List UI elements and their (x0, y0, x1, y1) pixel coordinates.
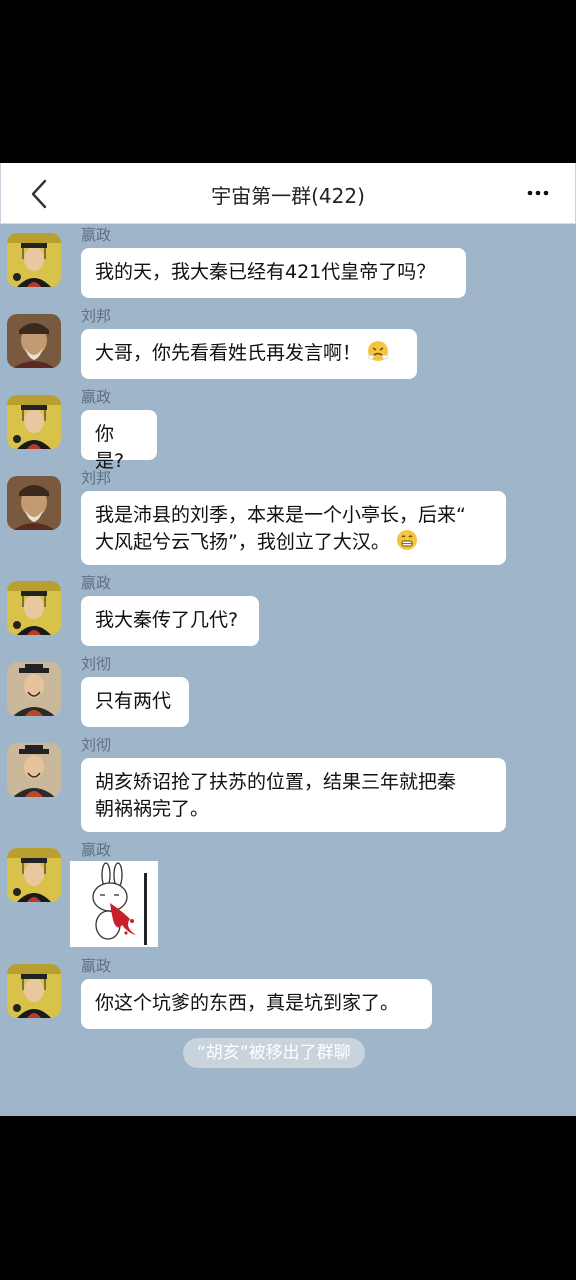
chat-area[interactable]: 嬴政 我的天，我大秦已经有421代皇帝了吗？ 刘邦 大哥，你先看看姓氏再发言啊！ (0, 224, 576, 1116)
sender-name: 刘彻 (81, 736, 112, 754)
message-text-line: 大风起兮云飞扬”，我创立了大汉。 (95, 529, 492, 556)
message-text-line: 我是沛县的刘季，本来是一个小亭长，后来“ (95, 504, 466, 526)
han-emperor-avatar[interactable] (7, 662, 61, 716)
angry-steam-emoji (367, 341, 389, 361)
message-bubble[interactable]: 我是沛县的刘季，本来是一个小亭长，后来“ 大风起兮云飞扬”，我创立了大汉。 (81, 491, 506, 565)
message-bubble[interactable]: 你是? (81, 410, 157, 472)
rabbit-spitting-blood-sticker[interactable] (70, 861, 158, 947)
message-bubble[interactable]: 我的天，我大秦已经有421代皇帝了吗？ (81, 248, 466, 298)
message-bubble[interactable]: 胡亥矫诏抢了扶苏的位置，结果三年就把秦 朝祸祸完了。 (81, 758, 506, 832)
sender-name: 刘彻 (81, 655, 112, 673)
liu-bang-avatar[interactable] (7, 314, 61, 368)
message-text: 大哥，你先看看姓氏再发言啊！ (95, 342, 362, 364)
chat-header: 宇宙第一群(422) (0, 163, 576, 224)
chat-title: 宇宙第一群(422) (211, 184, 365, 208)
bottom-letterbox (0, 1116, 576, 1280)
sender-name: 嬴政 (81, 957, 112, 975)
message-bubble[interactable]: 只有两代 (81, 677, 189, 727)
sender-name: 嬴政 (81, 841, 112, 859)
system-notice: “胡亥”被移出了群聊 (183, 1038, 365, 1068)
sender-name: 嬴政 (81, 574, 112, 592)
qin-emperor-avatar[interactable] (7, 964, 61, 1018)
grin-emoji (396, 530, 417, 550)
qin-emperor-avatar[interactable] (7, 848, 61, 902)
message-bubble[interactable]: 我大秦传了几代? (81, 596, 259, 646)
han-emperor-avatar[interactable] (7, 743, 61, 797)
message-text-line: 胡亥矫诏抢了扶苏的位置，结果三年就把秦 (95, 771, 457, 793)
more-dots-icon (527, 190, 549, 196)
liu-bang-avatar[interactable] (7, 476, 61, 530)
qin-emperor-avatar[interactable] (7, 395, 61, 449)
more-button[interactable] (523, 183, 553, 203)
qin-emperor-avatar[interactable] (7, 581, 61, 635)
sender-name: 刘邦 (81, 307, 112, 325)
message-bubble[interactable]: 你这个坑爹的东西，真是坑到家了。 (81, 979, 432, 1029)
sender-name: 刘邦 (81, 469, 112, 487)
qin-emperor-avatar[interactable] (7, 233, 61, 287)
top-letterbox (0, 0, 576, 163)
message-text-line: 朝祸祸完了。 (95, 798, 210, 820)
sender-name: 嬴政 (81, 388, 112, 406)
sender-name: 嬴政 (81, 226, 112, 244)
message-bubble[interactable]: 大哥，你先看看姓氏再发言啊！ (81, 329, 417, 379)
